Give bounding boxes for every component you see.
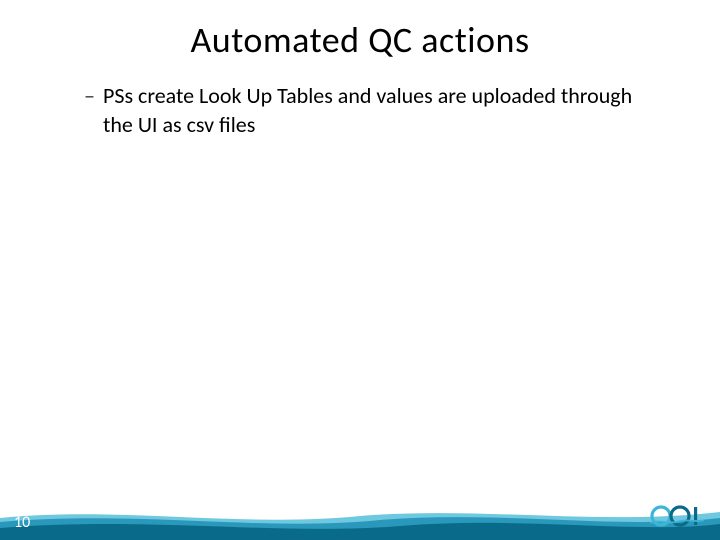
slide-footer: 10 <box>0 500 720 540</box>
slide-title: Automated QC actions <box>0 0 720 62</box>
bullet-text: PSs create Look Up Tables and values are… <box>103 82 660 139</box>
slide-container: Automated QC actions – PSs create Look U… <box>0 0 720 540</box>
bullet-item: – PSs create Look Up Tables and values a… <box>84 82 660 139</box>
wave-background <box>0 500 720 540</box>
slide-body: – PSs create Look Up Tables and values a… <box>0 62 720 139</box>
page-number: 10 <box>14 513 30 532</box>
ooi-logo-icon <box>650 503 704 534</box>
bullet-dash: – <box>84 82 95 111</box>
